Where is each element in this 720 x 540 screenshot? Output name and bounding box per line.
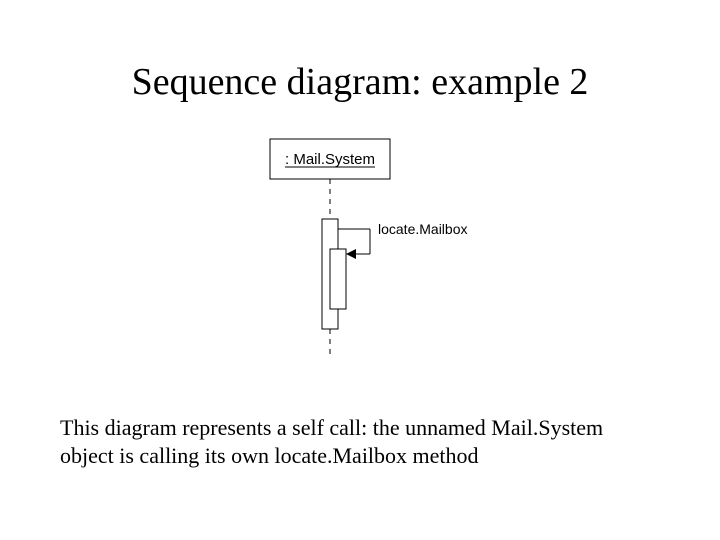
caption-text: This diagram represents a self call: the… (60, 414, 660, 469)
selfcall-arrowhead (346, 249, 356, 259)
sequence-diagram-svg: : Mail.System locate.Mailbox (230, 134, 490, 364)
sequence-diagram: : Mail.System locate.Mailbox (60, 134, 660, 364)
activation-inner (330, 249, 346, 309)
message-label: locate.Mailbox (378, 221, 468, 237)
slide-title: Sequence diagram: example 2 (60, 60, 660, 104)
participant-label: : Mail.System (285, 151, 375, 168)
slide-root: Sequence diagram: example 2 : Mail.Syste… (0, 0, 720, 540)
